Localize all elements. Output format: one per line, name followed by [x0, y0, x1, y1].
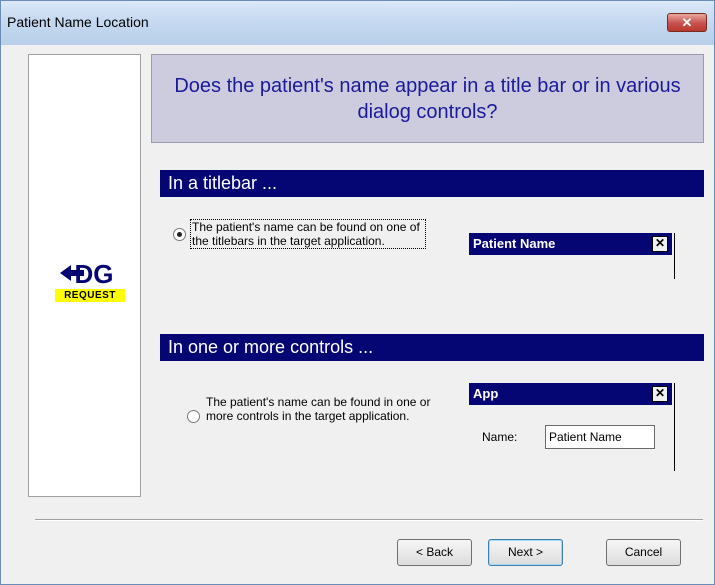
next-button[interactable]: Next > — [488, 539, 563, 566]
section-header-controls: In one or more controls ... — [160, 334, 704, 361]
controls-option[interactable]: The patient's name can be found in one o… — [187, 395, 442, 423]
preview-window-edge — [674, 233, 675, 279]
dg-logo-icon: DG — [60, 259, 114, 286]
section-header-titlebar: In a titlebar ... — [160, 170, 704, 197]
cancel-button[interactable]: Cancel — [606, 539, 681, 566]
preview-close-icon: ✕ — [652, 386, 668, 402]
titlebar-option[interactable]: The patient's name can be found on one o… — [173, 219, 428, 249]
controls-preview-title: App — [473, 386, 499, 401]
window-title: Patient Name Location — [7, 14, 149, 30]
logo-wordmark: REQUEST — [55, 289, 125, 302]
close-icon: ✕ — [681, 15, 693, 30]
controls-option-label[interactable]: The patient's name can be found in one o… — [206, 395, 436, 423]
titlebar-radio[interactable] — [173, 227, 186, 241]
button-separator — [35, 519, 703, 521]
window-titlebar[interactable]: Patient Name Location ✕ — [1, 1, 714, 45]
logo-panel: DG REQUEST — [28, 54, 141, 497]
controls-radio[interactable] — [187, 409, 200, 423]
titlebar-preview: Patient Name ✕ — [469, 233, 676, 279]
titlebar-preview-bar: Patient Name ✕ — [469, 233, 672, 255]
controls-preview: App ✕ Name: Patient Name — [469, 383, 676, 471]
dg-request-logo: DG REQUEST — [55, 258, 125, 302]
titlebar-option-label[interactable]: The patient's name can be found on one o… — [190, 219, 426, 249]
question-text: Does the patient's name appear in a titl… — [174, 75, 681, 123]
close-button[interactable]: ✕ — [667, 13, 707, 32]
question-banner: Does the patient's name appear in a titl… — [151, 54, 704, 143]
preview-name-field: Patient Name — [545, 425, 655, 449]
preview-window-edge — [674, 383, 675, 471]
preview-close-icon: ✕ — [652, 236, 668, 252]
back-button[interactable]: < Back — [397, 539, 472, 566]
dialog-client-area: DG REQUEST Does the patient's name appea… — [10, 45, 704, 580]
controls-preview-bar: App ✕ — [469, 383, 672, 405]
titlebar-preview-title: Patient Name — [473, 236, 556, 251]
logo-mark-text: DG — [75, 259, 114, 286]
preview-name-label: Name: — [482, 430, 518, 444]
dialog-window: Patient Name Location ✕ DG REQUEST Does … — [0, 0, 715, 585]
